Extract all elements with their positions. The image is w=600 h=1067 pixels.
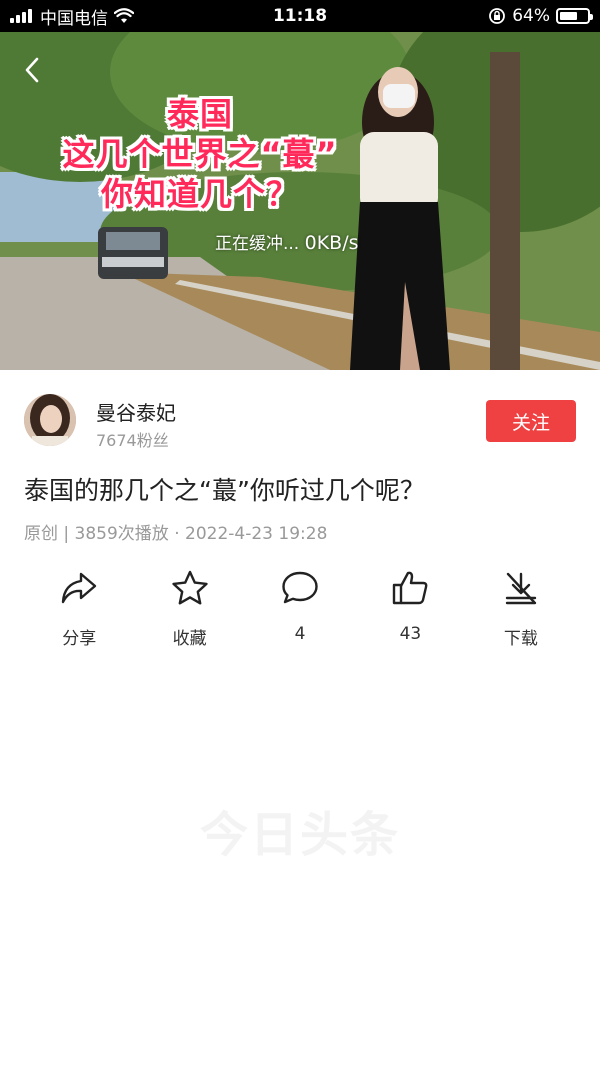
share-button[interactable]: 分享 xyxy=(24,568,134,658)
like-button[interactable]: 43 xyxy=(355,568,465,658)
comment-count: 4 xyxy=(294,624,306,644)
action-label: 下载 xyxy=(503,629,538,649)
author-row: 曼谷泰妃 7674粉丝 关注 xyxy=(24,394,576,450)
overlay-line: 你知道几个？ xyxy=(100,175,299,213)
watermark: 今日头条 xyxy=(199,807,400,863)
favorite-button[interactable]: 收藏 xyxy=(134,568,244,658)
comment-button[interactable]: 4 xyxy=(245,568,355,658)
chevron-left-icon xyxy=(25,57,39,83)
share-icon xyxy=(59,568,99,608)
video-meta: 原创 | 3859次播放 · 2022-4-23 19:28 xyxy=(24,524,328,544)
comment-icon xyxy=(280,568,320,608)
buffering-speed: 0KB/s xyxy=(304,232,359,254)
video-title: 泰国的那几个之“蕞”你听过几个呢？ xyxy=(24,476,425,505)
video-overlay-title: 泰国 这几个世界之“蕞” 你知道几个？ xyxy=(40,94,360,214)
overlay-line: 泰国 xyxy=(166,95,233,133)
wifi-icon xyxy=(114,8,134,23)
video-player[interactable]: 泰国 这几个世界之“蕞” 你知道几个？ 正在缓冲... 0KB/s xyxy=(0,32,600,370)
fans-count: 7674粉丝 xyxy=(96,431,169,450)
status-bar: 中国电信 11:18 64% xyxy=(0,0,600,32)
buffering-label: 正在缓冲... xyxy=(215,234,300,254)
author-name[interactable]: 曼谷泰妃 xyxy=(96,397,176,426)
action-label: 分享 xyxy=(62,629,97,649)
action-label: 收藏 xyxy=(172,629,207,649)
avatar[interactable] xyxy=(24,394,76,446)
like-icon xyxy=(390,568,430,608)
download-icon xyxy=(501,568,541,608)
action-bar: 分享 收藏 4 43 下载 xyxy=(24,568,576,658)
rotation-lock-icon xyxy=(489,8,506,24)
back-button[interactable] xyxy=(16,50,48,90)
battery-icon xyxy=(556,8,593,24)
overlay-line: 这几个世界之“蕞” xyxy=(62,135,338,173)
follow-button[interactable]: 关注 xyxy=(486,400,576,442)
buffering-indicator: 正在缓冲... 0KB/s xyxy=(215,229,359,254)
carrier-label: 中国电信 xyxy=(40,8,108,29)
avatar-image xyxy=(24,394,76,446)
like-count: 43 xyxy=(399,624,422,644)
signal-icon xyxy=(10,9,32,23)
battery-percent: 64% xyxy=(512,6,550,26)
star-icon xyxy=(170,568,210,608)
download-button[interactable]: 下载 xyxy=(466,568,576,658)
